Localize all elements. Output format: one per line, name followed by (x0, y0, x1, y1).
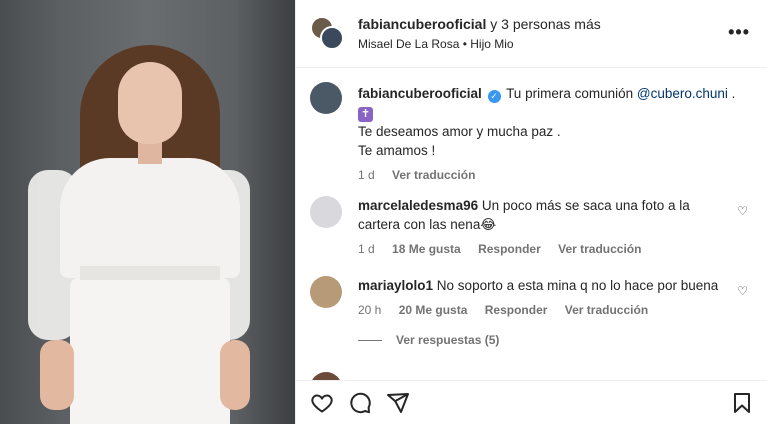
comment-icon[interactable] (348, 391, 372, 415)
comment-item-partial (310, 372, 750, 380)
verified-badge-icon: ✓ (487, 90, 501, 103)
comment-meta: 20 h 20 Me gusta Responder Ver traducció… (358, 301, 728, 320)
caption-text: Tu primera comunión (506, 86, 637, 101)
comment-username[interactable]: mariaylolo1 (358, 278, 433, 293)
send-icon[interactable] (386, 391, 410, 415)
post-photo[interactable] (0, 0, 295, 424)
translate-link[interactable]: Ver traducción (565, 303, 648, 317)
caption-mention[interactable]: @cubero.chuni (637, 86, 728, 101)
photo-hand-right (220, 340, 250, 410)
avatar[interactable] (310, 276, 342, 308)
header-username[interactable]: fabiancuberooficial (358, 16, 486, 32)
comment-meta: 1 d 18 Me gusta Responder Ver traducción (358, 240, 728, 259)
photo-dress-skirt (70, 278, 230, 424)
caption-time[interactable]: 1 d (358, 168, 375, 182)
avatar[interactable] (310, 196, 342, 228)
comment-time[interactable]: 20 h (358, 303, 381, 317)
collab-avatars[interactable] (310, 16, 344, 50)
replies-divider (358, 340, 382, 342)
post-header: fabiancuberooficial y 3 personas más Mis… (296, 0, 767, 68)
cross-emoji-icon: ✝ (358, 107, 373, 122)
photo-dress-belt (80, 266, 220, 280)
comment-text: No soporto a esta mina q no lo hace por … (433, 278, 719, 293)
comment-body: marcelaledesma96 Un poco más se saca una… (358, 196, 728, 259)
heart-icon[interactable]: ♡ (737, 204, 748, 218)
comment-likes[interactable]: 20 Me gusta (399, 303, 468, 317)
header-others[interactable]: y 3 personas más (486, 16, 601, 32)
caption-text-end: . (727, 86, 736, 101)
reply-button[interactable]: Responder (485, 303, 548, 317)
caption-meta: 1 d Ver traducción (358, 166, 753, 185)
header-audio[interactable]: Misael De La Rosa • Hijo Mio (358, 37, 514, 51)
avatar[interactable] (310, 82, 342, 114)
post-side-panel: fabiancuberooficial y 3 personas más Mis… (295, 0, 767, 424)
reply-button[interactable]: Responder (478, 242, 541, 256)
more-horizontal-icon[interactable]: ••• (728, 22, 750, 43)
comment-likes[interactable]: 18 Me gusta (392, 242, 461, 256)
photo-dress-top (60, 158, 240, 278)
post-caption: fabiancuberooficial ✓ Tu primera comunió… (358, 84, 753, 185)
heart-icon[interactable]: ♡ (737, 284, 748, 298)
comment-time[interactable]: 1 d (358, 242, 375, 256)
bookmark-icon[interactable] (730, 391, 754, 415)
caption-line: Te amamos ! (358, 143, 436, 158)
comment-username[interactable]: marcelaledesma96 (358, 198, 478, 213)
avatar[interactable] (310, 372, 342, 380)
translate-link[interactable]: Ver traducción (392, 168, 475, 182)
header-title[interactable]: fabiancuberooficial y 3 personas más (358, 16, 601, 32)
photo-hand-left (40, 340, 74, 410)
action-bar (296, 380, 767, 424)
heart-icon[interactable] (310, 391, 334, 415)
caption-line: Te deseamos amor y mucha paz . (358, 124, 561, 139)
view-replies-button[interactable]: Ver respuestas (5) (358, 333, 499, 347)
caption-username[interactable]: fabiancuberooficial (358, 86, 482, 101)
replies-label[interactable]: Ver respuestas (5) (396, 333, 499, 347)
photo-face (118, 62, 182, 144)
comment-body: mariaylolo1 No soporto a esta mina q no … (358, 276, 728, 320)
translate-link[interactable]: Ver traducción (558, 242, 641, 256)
avatar (320, 26, 344, 50)
